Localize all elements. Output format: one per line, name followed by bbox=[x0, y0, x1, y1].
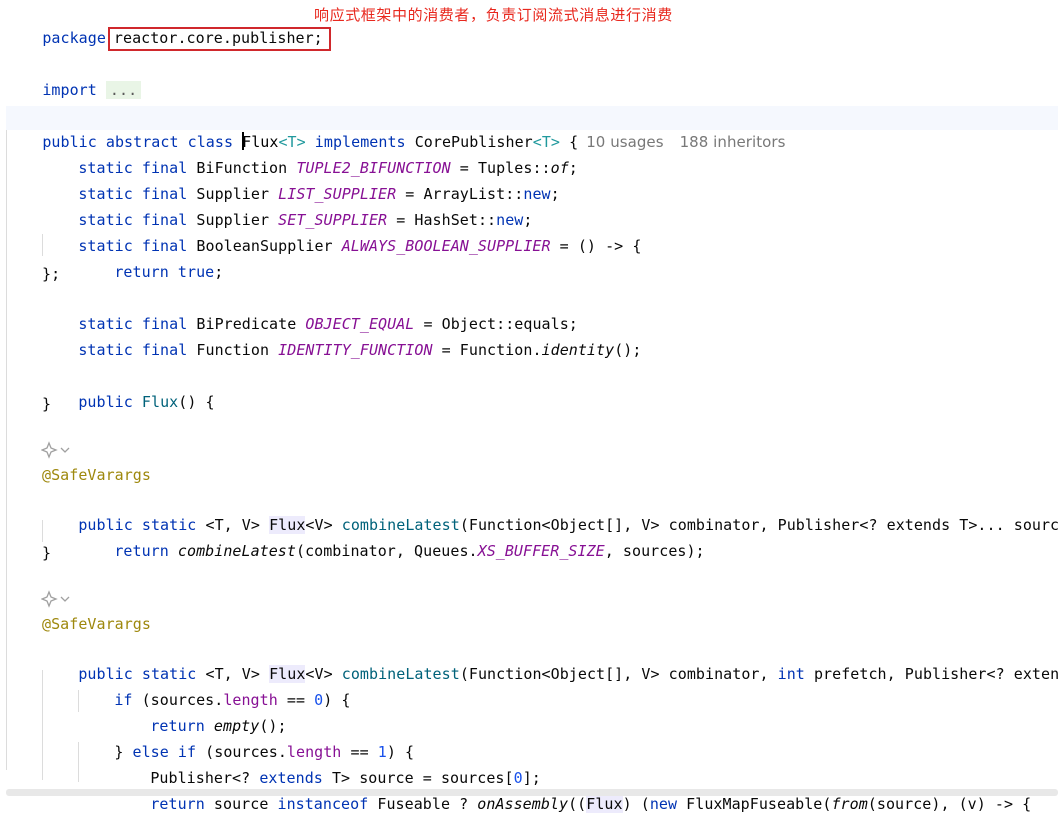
lambda-body: return true; bbox=[78, 236, 223, 281]
expr: Fuseable ? bbox=[368, 795, 478, 813]
field-line: static final BooleanSupplier ALWAYS_BOOL… bbox=[42, 210, 641, 255]
sparkle-icon bbox=[40, 441, 70, 459]
expr: (source), (v) -> { bbox=[867, 795, 1032, 813]
stmt-end: ; bbox=[214, 263, 224, 281]
constructor-line: public Flux() { bbox=[42, 366, 215, 411]
field-name: ALWAYS_BOOLEAN_SUPPLIER bbox=[341, 237, 551, 255]
field-line: static final Supplier SET_SUPPLIER = Has… bbox=[42, 184, 532, 229]
inheritors-hint[interactable]: 188 inheritors bbox=[680, 133, 786, 151]
public-keyword: public bbox=[78, 393, 133, 411]
usages-hint[interactable]: 10 usages bbox=[586, 133, 663, 151]
new-keyword: new bbox=[649, 795, 678, 813]
ref-sep: . bbox=[532, 341, 542, 359]
import-line: import ... bbox=[6, 54, 142, 99]
return-keyword: return bbox=[150, 795, 205, 813]
assign-op: = bbox=[432, 341, 460, 359]
safevarargs-annotation: @SafeVarargs bbox=[42, 466, 151, 484]
package-name: reactor.core.publisher; bbox=[107, 27, 331, 51]
call-name: onAssembly bbox=[477, 795, 569, 813]
folded-imports[interactable]: ... bbox=[105, 81, 142, 99]
assign-op: = bbox=[550, 237, 578, 255]
constructor-name[interactable]: Flux bbox=[142, 393, 178, 411]
code-editor[interactable]: package reactor.core.publisher; 响应式框架中的消费… bbox=[0, 0, 1058, 813]
ref-owner: Function bbox=[459, 341, 533, 359]
call-name: combineLatest bbox=[177, 542, 296, 560]
field-line: static final BiFunction TUPLE2_BIFUNCTIO… bbox=[42, 132, 578, 177]
call-args: , sources); bbox=[604, 542, 705, 560]
lambda-open: () -> { bbox=[577, 237, 642, 255]
method-close: } bbox=[42, 544, 52, 562]
safevarargs-annotation: @SafeVarargs bbox=[42, 615, 151, 633]
import-keyword: import bbox=[42, 81, 97, 99]
field-name: IDENTITY_FUNCTION bbox=[278, 341, 433, 359]
method-params: prefetch, Publisher<? extends T> bbox=[813, 665, 1058, 683]
method-params: (Function<Object[], V> combinator, bbox=[459, 665, 778, 683]
expr: ) { bbox=[323, 691, 351, 709]
instanceof-keyword: instanceof bbox=[277, 795, 369, 813]
class-declaration: public abstract class Flux<T> implements… bbox=[6, 106, 1058, 151]
method-name[interactable]: combineLatest bbox=[342, 665, 460, 683]
else-if-line: } else if (sources.length == 1) { bbox=[78, 716, 414, 761]
package-keyword: package bbox=[42, 29, 106, 47]
ref-method: identity bbox=[541, 341, 615, 359]
return-keyword: return bbox=[114, 542, 169, 560]
if-line: if (sources.length == 0) { bbox=[78, 664, 350, 709]
stmt-end: (); bbox=[614, 341, 642, 359]
method-body: return combineLatest(combinator, Queues.… bbox=[78, 515, 705, 560]
field-modifiers: static final bbox=[78, 341, 188, 359]
return-line: return empty(); bbox=[114, 690, 287, 735]
inlay-hints-icon[interactable] bbox=[40, 441, 75, 461]
indent-guide bbox=[6, 130, 7, 770]
field-line: static final Supplier LIST_SUPPLIER = Ar… bbox=[42, 158, 560, 203]
field-line: static final Function IDENTITY_FUNCTION … bbox=[42, 314, 641, 359]
package-line: package reactor.core.publisher; bbox=[6, 2, 331, 51]
return-keyword: return bbox=[114, 263, 169, 281]
lambda-close: }; bbox=[42, 265, 61, 283]
number-literal: 0 bbox=[314, 691, 324, 709]
stmt-end: ; bbox=[550, 185, 560, 203]
cast-type[interactable]: Flux bbox=[586, 795, 623, 813]
expr: FluxMapFuseable( bbox=[677, 795, 832, 813]
method-signature: public static <T, V> Flux<V> combineLate… bbox=[42, 638, 1058, 683]
annotation-note: 响应式框架中的消费者，负责订阅流式消息进行消费 bbox=[314, 6, 673, 24]
expr: (( bbox=[568, 795, 587, 813]
expr: source bbox=[204, 795, 278, 813]
constructor-sig: () { bbox=[178, 393, 215, 411]
call-name: from bbox=[831, 795, 868, 813]
inlay-hints-icon[interactable] bbox=[40, 590, 75, 610]
method-signature: public static <T, V> Flux<V> combineLate… bbox=[42, 489, 1058, 534]
field-type: Function bbox=[196, 341, 270, 359]
constructor-close: } bbox=[42, 395, 52, 413]
stmt-end: ; bbox=[568, 159, 578, 177]
int-keyword: int bbox=[777, 665, 805, 683]
call-args: (combinator, Queues. bbox=[295, 542, 478, 560]
field-line: static final BiPredicate OBJECT_EQUAL = … bbox=[42, 288, 578, 333]
horizontal-scrollbar[interactable] bbox=[6, 789, 1058, 796]
true-literal: true bbox=[177, 263, 215, 281]
publisher-line: Publisher<? extends T> source = sources[… bbox=[114, 742, 541, 787]
expr: ) ( bbox=[622, 795, 650, 813]
constant-name: XS_BUFFER_SIZE bbox=[477, 542, 605, 560]
sparkle-icon bbox=[40, 590, 70, 608]
